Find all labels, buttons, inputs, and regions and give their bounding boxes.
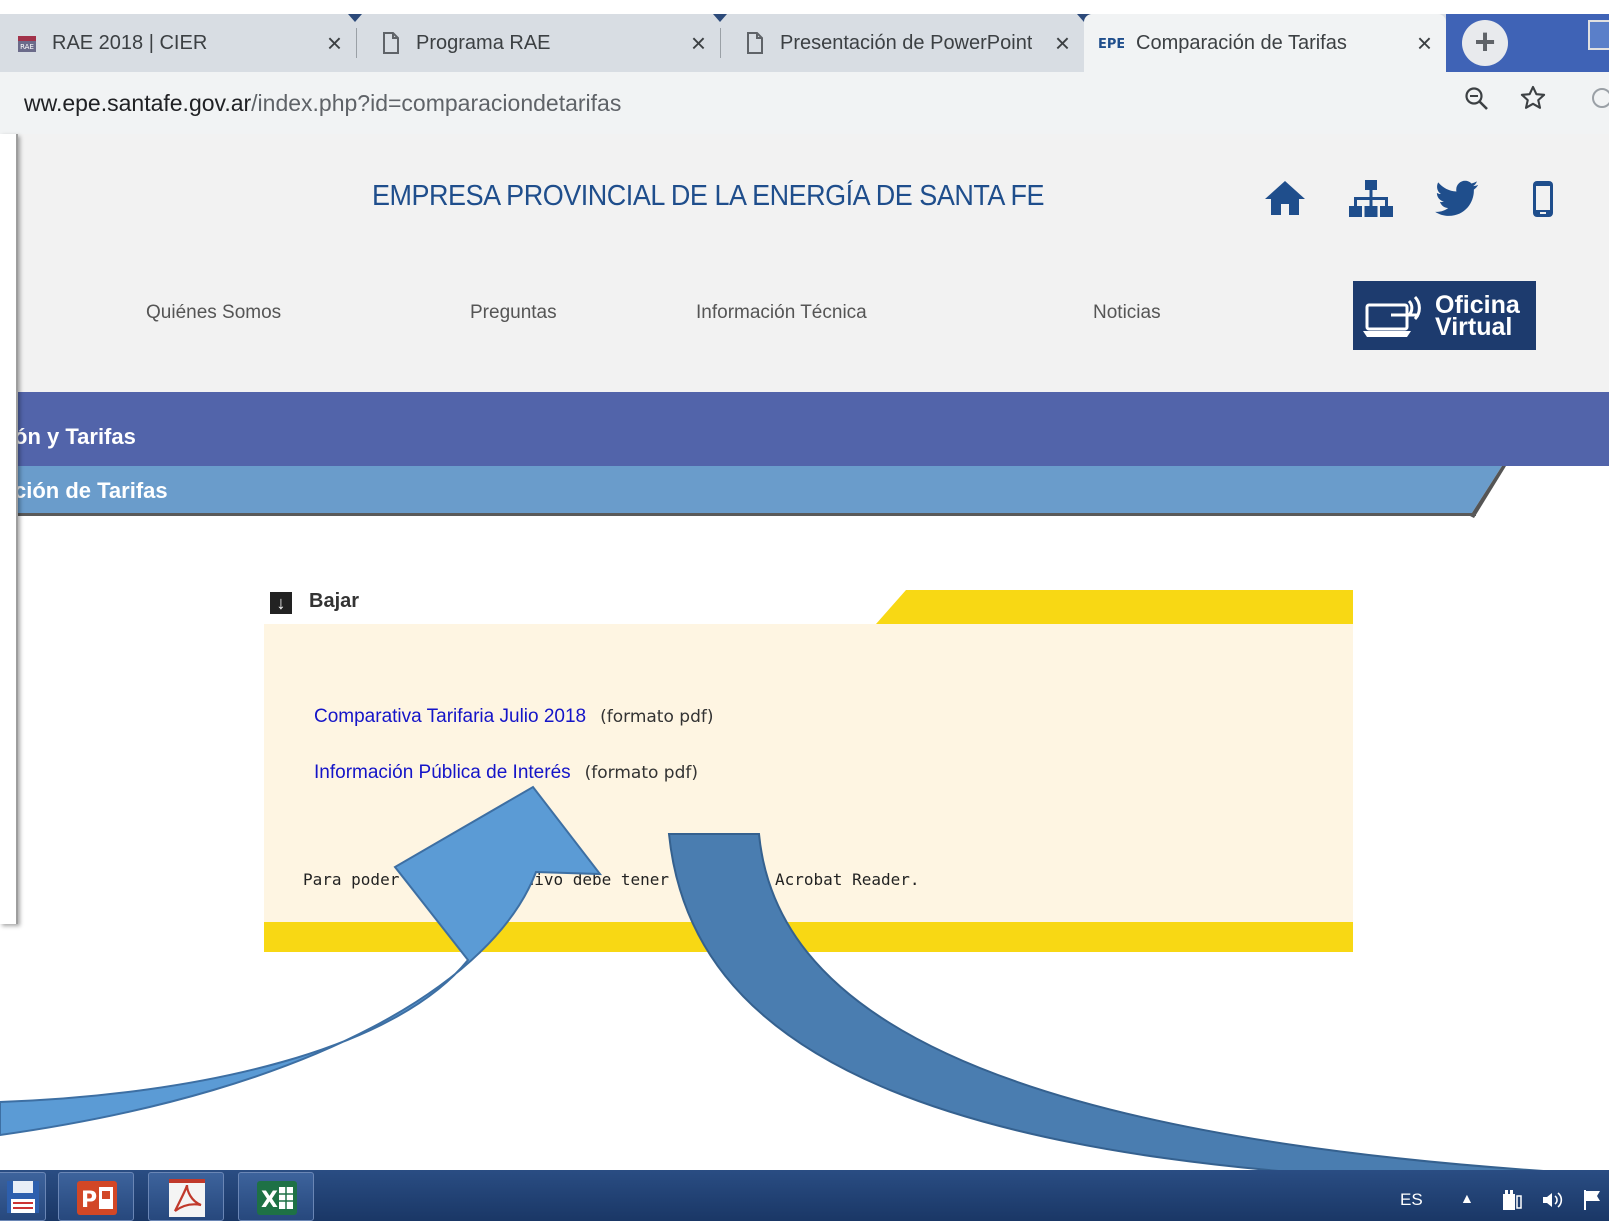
window-control-button[interactable] <box>1588 20 1609 50</box>
tab-rae-cier[interactable]: RAE RAE 2018 | CIER × <box>0 14 356 72</box>
tab-title: Presentación de PowerPoint <box>780 31 1033 54</box>
acrobat-icon <box>165 1177 209 1217</box>
sitemap-icon[interactable] <box>1348 176 1394 222</box>
close-tab-icon[interactable]: × <box>1417 28 1432 58</box>
site-title: EMPRESA PROVINCIAL DE LA ENERGÍA DE SANT… <box>372 180 1044 212</box>
tab-programa-rae[interactable]: Programa RAE × <box>364 14 720 72</box>
nav-preguntas[interactable]: Preguntas <box>470 302 557 324</box>
close-tab-icon[interactable]: × <box>691 28 706 58</box>
taskbar-button[interactable]: X <box>238 1172 314 1221</box>
section-band <box>0 392 1609 466</box>
oficina-virtual-button[interactable]: Oficina Virtual <box>1353 281 1536 350</box>
taskbar-button[interactable] <box>148 1172 224 1221</box>
tab-presentacion-powerpoint[interactable]: Presentación de PowerPoint × <box>728 14 1084 72</box>
nav-informacion-tecnica[interactable]: Información Técnica <box>696 302 867 324</box>
tab-title: Comparación de Tarifas <box>1136 31 1347 54</box>
epe-favicon-icon: EPE <box>1098 35 1124 51</box>
background-window-edge <box>0 134 18 924</box>
document-favicon-icon <box>742 32 768 54</box>
download-link-informacion-publica[interactable]: Información Pública de Interés <box>314 762 571 783</box>
download-panel-footer <box>264 922 1353 952</box>
save-icon <box>1 1177 45 1217</box>
tab-title: Programa RAE <box>416 31 551 54</box>
svg-text:EPE: EPE <box>1098 37 1124 51</box>
volume-icon[interactable] <box>1540 1188 1564 1218</box>
acrobat-note: Para poder ver este archivo debe tener i… <box>303 870 920 889</box>
url-text[interactable]: ww.epe.santafe.gov.ar/index.php?id=compa… <box>24 88 621 118</box>
subsection-band <box>0 466 1609 516</box>
laptop-signal-icon <box>1363 295 1421 337</box>
power-icon[interactable] <box>1500 1188 1524 1218</box>
url-host: ww.epe.santafe.gov.ar <box>24 90 252 116</box>
tab-marker <box>713 14 727 22</box>
document-favicon-icon <box>378 32 404 54</box>
close-tab-icon[interactable]: × <box>327 28 342 58</box>
tab-title: RAE 2018 | CIER <box>52 31 208 54</box>
taskbar-button[interactable] <box>0 1172 46 1221</box>
tab-comparacion-tarifas[interactable]: EPE Comparación de Tarifas × <box>1084 14 1446 72</box>
home-icon[interactable] <box>1262 176 1308 222</box>
section-title: ón y Tarifas <box>14 424 136 449</box>
tab-separator <box>720 28 721 58</box>
action-center-flag-icon[interactable] <box>1582 1188 1604 1218</box>
url-path: /index.php?id=comparaciondetarifas <box>251 90 622 116</box>
site-header <box>0 134 1609 392</box>
nav-quienes-somos[interactable]: Quiénes Somos <box>146 302 281 324</box>
svg-text:P: P <box>81 1188 97 1213</box>
download-format: (formato pdf) <box>600 707 714 727</box>
subsection-band-cut <box>1470 466 1609 520</box>
taskbar-button[interactable]: P <box>58 1172 134 1221</box>
download-header-accent <box>876 590 1353 624</box>
show-hidden-icons-icon[interactable]: ▲ <box>1460 1190 1474 1206</box>
tab-marker <box>348 14 362 22</box>
svg-text:RAE: RAE <box>20 43 34 51</box>
download-header: Bajar <box>309 590 360 612</box>
new-tab-button[interactable]: + <box>1462 20 1508 66</box>
tab-separator <box>356 28 357 58</box>
twitter-icon[interactable] <box>1434 176 1480 222</box>
mobile-icon[interactable] <box>1520 176 1566 222</box>
download-icon: ↓ <box>270 592 292 614</box>
download-link-comparativa[interactable]: Comparativa Tarifaria Julio 2018 <box>314 706 586 727</box>
subsection-title: ción de Tarifas <box>14 478 168 503</box>
powerpoint-icon: P <box>75 1177 119 1217</box>
svg-text:X: X <box>261 1188 278 1213</box>
close-tab-icon[interactable]: × <box>1055 28 1070 58</box>
language-indicator[interactable]: ES <box>1400 1190 1423 1210</box>
excel-icon: X <box>255 1177 299 1217</box>
band-shadow <box>0 513 1476 516</box>
calendar-favicon-icon: RAE <box>14 33 40 53</box>
download-format: (formato pdf) <box>584 763 698 783</box>
download-panel <box>264 624 1353 952</box>
download-item: Comparativa Tarifaria Julio 2018 (formato… <box>314 706 713 728</box>
star-icon[interactable] <box>1519 84 1547 119</box>
extension-icon[interactable] <box>1590 86 1609 117</box>
zoom-icon[interactable] <box>1464 86 1490 119</box>
nav-noticias[interactable]: Noticias <box>1093 302 1161 324</box>
download-item: Información Pública de Interés (formato p… <box>314 762 698 784</box>
oficina-label-line2: Virtual <box>1435 313 1513 341</box>
